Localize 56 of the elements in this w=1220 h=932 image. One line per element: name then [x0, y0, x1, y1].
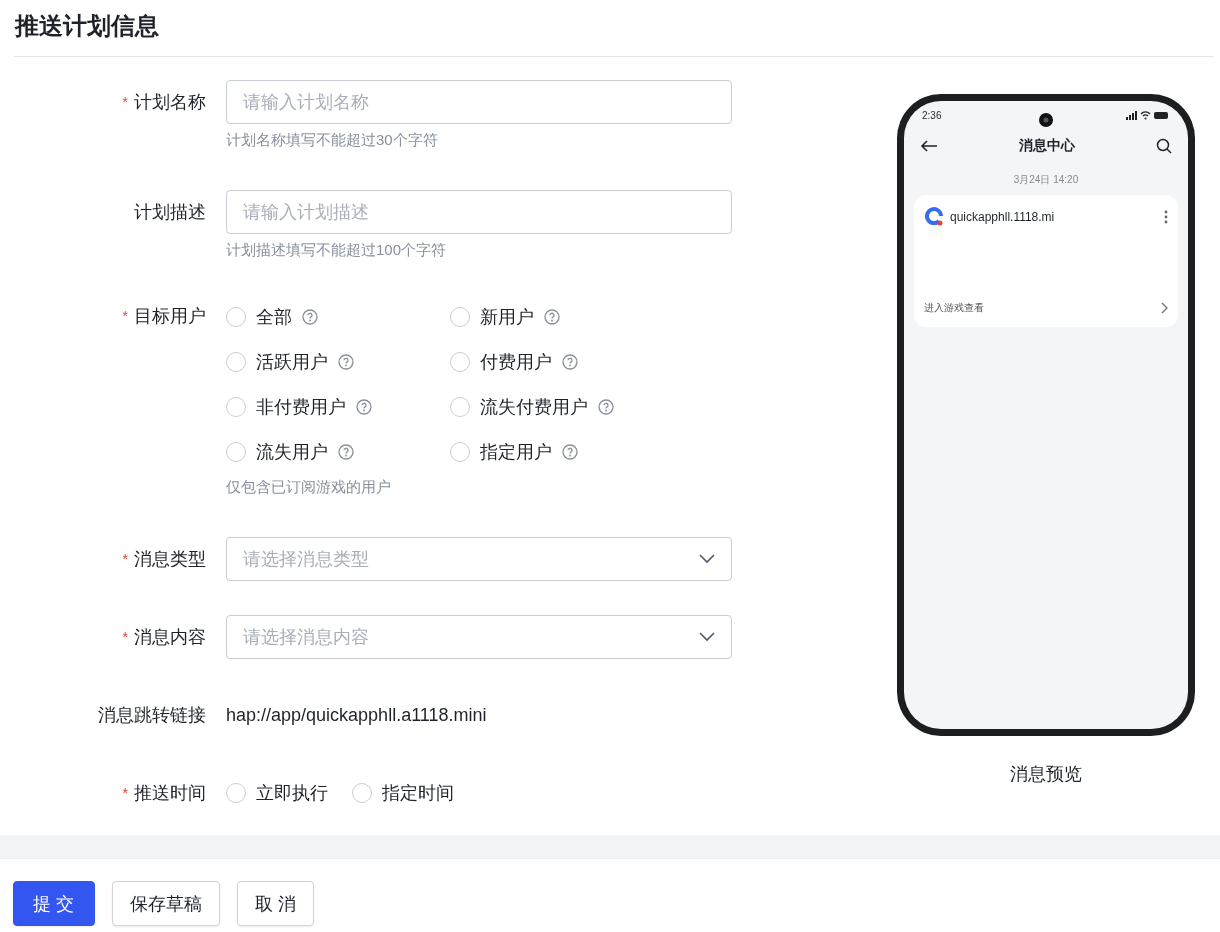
status-icons-drawing	[1126, 110, 1170, 120]
chevron-right-icon	[1161, 302, 1168, 314]
link-value: hap://app/quickapphll.a1118.mini	[226, 703, 488, 727]
field-hint: 仅包含已订阅游戏的用户	[226, 478, 391, 497]
text-input[interactable]: 请输入计划描述	[226, 190, 732, 234]
radio-option[interactable]: 指定用户	[450, 429, 578, 474]
action-button[interactable]: 保存草稿	[112, 881, 220, 926]
help-icon[interactable]	[544, 308, 560, 325]
radio-option[interactable]: 全部	[226, 294, 318, 339]
help-icon[interactable]	[562, 443, 578, 460]
radio-option[interactable]: 新用户	[450, 294, 560, 339]
required-mark: *	[122, 785, 128, 801]
field-hint: 计划描述填写不能超过100个字符	[226, 241, 447, 260]
screen-title: 消息中心	[1019, 137, 1075, 155]
preview-caption: 消息预览	[1010, 763, 1082, 786]
message-date: 3月24日 14:20	[1012, 173, 1080, 187]
radio-option[interactable]: 流失用户	[226, 429, 354, 474]
radio-option[interactable]: 非付费用户	[226, 384, 372, 429]
field-label: 消息内容	[134, 626, 206, 649]
help-icon[interactable]	[598, 398, 614, 415]
help-icon[interactable]	[562, 353, 578, 370]
field-label: 推送时间	[134, 782, 206, 805]
message-card[interactable]: quickapphll.1118.mi 进入游戏查看	[914, 195, 1178, 327]
more-icon[interactable]	[1164, 210, 1168, 224]
back-arrow-icon[interactable]	[920, 140, 938, 152]
field-label: 消息跳转链接	[98, 704, 206, 727]
field-hint: 计划名称填写不能超过30个字符	[226, 131, 438, 150]
radio-option[interactable]: 活跃用户	[226, 339, 354, 384]
help-icon[interactable]	[356, 398, 372, 415]
camera-icon	[1039, 113, 1053, 127]
page-title: 推送计划信息	[13, 11, 160, 41]
action-button[interactable]: 取 消	[237, 881, 314, 926]
app-logo-icon	[924, 207, 944, 227]
field-label: 计划描述	[134, 201, 206, 224]
radio-option[interactable]: 付费用户	[450, 339, 578, 384]
help-icon[interactable]	[302, 308, 318, 325]
radio-option[interactable]: 指定时间	[352, 770, 454, 816]
required-mark: *	[122, 94, 128, 110]
radio-option[interactable]: 立即执行	[226, 770, 328, 816]
submit-button[interactable]: 提 交	[13, 881, 95, 926]
field-label: 目标用户	[134, 305, 206, 328]
card-link: 进入游戏查看	[924, 301, 984, 315]
required-mark: *	[122, 629, 128, 645]
field-label: 消息类型	[134, 548, 206, 571]
chevron-down-icon	[699, 554, 715, 564]
app-name: quickapphll.1118.mi	[950, 210, 1056, 224]
radio-option[interactable]: 流失付费用户	[450, 384, 614, 429]
help-icon[interactable]	[338, 443, 354, 460]
text-input[interactable]: 请输入计划名称	[226, 80, 732, 124]
search-icon[interactable]	[1156, 138, 1172, 154]
required-mark: *	[122, 551, 128, 567]
status-time: 2:36	[922, 109, 942, 121]
help-icon[interactable]	[338, 353, 354, 370]
required-mark: *	[122, 308, 128, 324]
field-label: 计划名称	[134, 91, 206, 114]
chevron-down-icon	[699, 632, 715, 642]
